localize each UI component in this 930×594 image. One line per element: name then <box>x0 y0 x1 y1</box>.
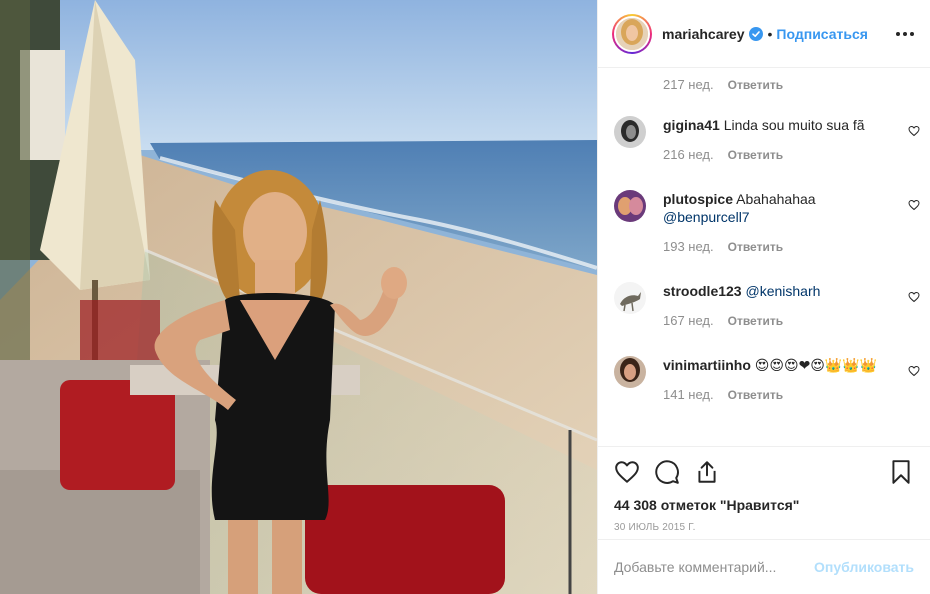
publish-button[interactable]: Опубликовать <box>814 559 914 575</box>
bookmark-icon[interactable] <box>888 459 914 485</box>
post-username[interactable]: mariahcarey <box>662 26 745 42</box>
separator-dot: • <box>767 25 773 42</box>
comment-body: gigina41 Linda sou muito sua fã 216 нед.… <box>663 116 885 164</box>
add-comment-section: Опубликовать <box>598 539 930 594</box>
like-comment-heart-icon[interactable] <box>908 199 920 211</box>
reply-button[interactable]: Ответить <box>728 312 783 330</box>
profile-avatar[interactable] <box>612 13 652 54</box>
comment-text: Linda sou muito sua fã <box>723 117 865 133</box>
reply-button[interactable]: Ответить <box>728 78 783 92</box>
commenter-avatar[interactable] <box>614 190 646 222</box>
comment-weeks: 216 нед. <box>663 147 714 162</box>
post-header: mariahcarey • Подписаться <box>598 0 930 68</box>
comment-bubble-icon[interactable] <box>654 459 680 485</box>
comment-meta: 193 нед. Ответить <box>663 238 885 256</box>
commenter-avatar[interactable] <box>614 116 646 148</box>
comment-username[interactable]: gigina41 <box>663 117 720 133</box>
comment-meta: 167 нед. Ответить <box>663 312 885 330</box>
like-comment-heart-icon[interactable] <box>908 291 920 303</box>
comment-username[interactable]: stroodle123 <box>663 283 742 299</box>
commenter-avatar[interactable] <box>614 356 646 388</box>
comment-mention[interactable]: @benpurcell7 <box>663 209 750 225</box>
comments-list[interactable]: 217 нед. Ответить gigina41 Linda sou mui… <box>598 69 930 445</box>
like-comment-heart-icon[interactable] <box>908 125 920 137</box>
comment-body: plutospice Abahahahaa @benpurcell7 193 н… <box>663 190 885 256</box>
commenter-avatar[interactable] <box>614 282 646 314</box>
follow-button[interactable]: Подписаться <box>776 26 868 42</box>
reply-button[interactable]: Ответить <box>728 386 783 404</box>
comment-mention[interactable]: @kenisharh <box>745 283 820 299</box>
post-photo[interactable] <box>0 0 597 594</box>
likes-count[interactable]: 44 308 отметок "Нравится" <box>614 497 914 513</box>
more-options-icon[interactable] <box>896 31 914 36</box>
post-side-panel: mariahcarey • Подписаться 217 нед. Ответ… <box>597 0 930 594</box>
post-date[interactable]: 30 июль 2015 г. <box>614 522 914 533</box>
comment-weeks: 167 нед. <box>663 313 714 328</box>
comment-weeks: 193 нед. <box>663 239 714 254</box>
post-actions: 44 308 отметок "Нравится" 30 июль 2015 г… <box>598 446 930 533</box>
like-heart-icon[interactable] <box>614 459 640 485</box>
comment-text: 😍😍😍❤😍👑👑👑 <box>754 357 878 373</box>
comment-item: stroodle123 @kenisharh 167 нед. Ответить <box>614 282 920 330</box>
comment-item: gigina41 Linda sou muito sua fã 216 нед.… <box>614 116 920 164</box>
action-icons <box>614 459 914 485</box>
comment-username[interactable]: plutospice <box>663 191 733 207</box>
comment-body: vinimartiinho 😍😍😍❤😍👑👑👑 141 нед. Ответить <box>663 356 885 404</box>
comment-meta: 141 нед. Ответить <box>663 386 885 404</box>
comment-username[interactable]: vinimartiinho <box>663 357 751 373</box>
caption-weeks: 217 нед. <box>663 77 714 92</box>
comment-meta: 216 нед. Ответить <box>663 146 885 164</box>
comment-item: vinimartiinho 😍😍😍❤😍👑👑👑 141 нед. Ответить <box>614 356 920 404</box>
caption-meta: 217 нед. Ответить <box>663 77 783 92</box>
comment-input[interactable] <box>614 559 815 575</box>
comment-text: Abahahahaa <box>736 191 816 207</box>
share-icon[interactable] <box>694 459 720 485</box>
avatar-image <box>616 17 648 50</box>
comment-body: stroodle123 @kenisharh 167 нед. Ответить <box>663 282 885 330</box>
reply-button[interactable]: Ответить <box>728 146 783 164</box>
reply-button[interactable]: Ответить <box>728 238 783 256</box>
verified-badge-icon <box>748 26 763 41</box>
comment-weeks: 141 нед. <box>663 387 714 402</box>
comment-item: plutospice Abahahahaa @benpurcell7 193 н… <box>614 190 920 256</box>
beach-photo <box>0 0 597 594</box>
like-comment-heart-icon[interactable] <box>908 365 920 377</box>
